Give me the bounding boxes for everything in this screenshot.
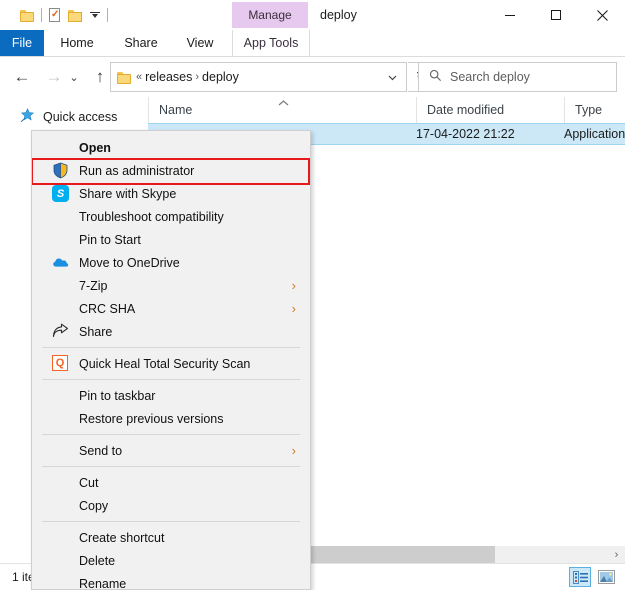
file-explorer-window: ✓ Manage deploy File Home Share View App… [0, 0, 625, 590]
menu-item-label: Share [79, 324, 113, 339]
menu-item-run-as-administrator[interactable]: Run as administrator [32, 159, 310, 182]
menu-item-label: Delete [79, 553, 116, 568]
menu-item-open[interactable]: Open [32, 136, 310, 159]
breadcrumb-separator[interactable]: › [195, 71, 199, 83]
context-menu: Open Run as administrator S Share with S… [31, 130, 311, 590]
window-title: deploy [320, 8, 357, 22]
quick-heal-icon: Q [52, 355, 69, 372]
menu-item-7-zip[interactable]: 7-Zip › [32, 274, 310, 297]
contextual-tab-group-manage: Manage [232, 2, 308, 28]
menu-item-label: Cut [79, 475, 99, 490]
view-mode-buttons [569, 567, 617, 587]
onedrive-cloud-icon [52, 254, 69, 271]
search-input[interactable]: Search deploy [418, 62, 617, 92]
column-header-type[interactable]: Type [564, 97, 625, 123]
sidebar-item-label: Quick access [43, 110, 118, 124]
menu-separator [42, 434, 300, 435]
tab-app-tools[interactable]: App Tools [232, 30, 310, 56]
menu-item-label: Pin to taskbar [79, 388, 156, 403]
menu-item-label: Troubleshoot compatibility [79, 209, 224, 224]
scroll-right-arrow-icon[interactable]: › [608, 546, 625, 563]
search-icon [429, 69, 442, 85]
window-controls [487, 0, 625, 30]
menu-item-move-to-onedrive[interactable]: Move to OneDrive [32, 251, 310, 274]
column-header-date-modified[interactable]: Date modified [416, 97, 564, 123]
menu-item-label: 7-Zip [79, 278, 108, 293]
menu-item-label: Pin to Start [79, 232, 141, 247]
menu-separator [42, 521, 300, 522]
menu-item-label: Create shortcut [79, 530, 165, 545]
folder-icon [117, 71, 132, 84]
menu-item-share-with-skype[interactable]: S Share with Skype [32, 182, 310, 205]
menu-item-rename[interactable]: Rename [32, 572, 310, 590]
qat-divider [41, 8, 42, 22]
title-bar: ✓ Manage deploy [0, 0, 625, 30]
menu-item-label: CRC SHA [79, 301, 136, 316]
menu-item-send-to[interactable]: Send to › [32, 439, 310, 462]
quick-access-toolbar: ✓ [20, 4, 108, 26]
address-bar-row: ← → ⌄ ↑ « releases › deploy ↻ Search dep… [0, 58, 625, 96]
sort-ascending-icon [277, 99, 290, 111]
recent-locations-button[interactable]: ⌄ [64, 62, 84, 92]
menu-item-crc-sha[interactable]: CRC SHA › [32, 297, 310, 320]
large-icons-view-icon[interactable] [595, 567, 617, 587]
menu-item-copy[interactable]: Copy [32, 494, 310, 517]
menu-item-label: Share with Skype [79, 186, 177, 201]
chevron-right-icon: › [291, 278, 296, 293]
menu-item-label: Quick Heal Total Security Scan [79, 356, 251, 371]
tab-share[interactable]: Share [112, 30, 170, 56]
skype-icon: S [52, 185, 69, 202]
cell-date-modified: 17-04-2022 21:22 [416, 127, 515, 141]
customize-qat-icon[interactable] [89, 9, 101, 21]
breadcrumb-item-deploy[interactable]: deploy [202, 70, 239, 84]
menu-item-cut[interactable]: Cut [32, 471, 310, 494]
menu-item-run-as-administrator-wrapper: Run as administrator [32, 158, 310, 185]
menu-item-label: Move to OneDrive [79, 255, 180, 270]
address-bar[interactable]: « releases › deploy [110, 62, 407, 92]
breadcrumb-item-releases[interactable]: releases [145, 70, 192, 84]
menu-item-label: Send to [79, 443, 123, 458]
menu-item-label: Open [79, 140, 111, 155]
chevron-right-icon: › [291, 301, 296, 316]
properties-icon[interactable]: ✓ [48, 7, 62, 23]
menu-item-quick-heal-total-security-scan[interactable]: Q Quick Heal Total Security Scan [32, 352, 310, 375]
breadcrumb: « releases › deploy [136, 70, 239, 84]
menu-item-label: Rename [79, 576, 127, 590]
breadcrumb-overflow[interactable]: « [136, 71, 142, 83]
search-placeholder: Search deploy [450, 70, 530, 84]
uac-shield-icon [52, 162, 69, 179]
menu-separator [42, 379, 300, 380]
menu-item-troubleshoot-compatibility[interactable]: Troubleshoot compatibility [32, 205, 310, 228]
menu-item-label: Restore previous versions [79, 411, 224, 426]
chevron-right-icon: › [291, 443, 296, 458]
details-view-icon[interactable] [569, 567, 591, 587]
tab-file[interactable]: File [0, 30, 44, 56]
close-button[interactable] [579, 0, 625, 30]
minimize-button[interactable] [487, 0, 533, 30]
tab-view[interactable]: View [178, 30, 222, 56]
menu-item-delete[interactable]: Delete [32, 549, 310, 572]
menu-item-share[interactable]: Share [32, 320, 310, 343]
qat-divider-2 [107, 8, 108, 22]
new-folder-icon[interactable] [68, 9, 83, 22]
tab-home[interactable]: Home [52, 30, 102, 56]
menu-separator [42, 466, 300, 467]
sidebar-item-quick-access[interactable]: Quick access [20, 108, 117, 126]
menu-item-label: Copy [79, 498, 109, 513]
share-arrow-icon [52, 323, 69, 340]
address-dropdown-icon[interactable] [387, 72, 398, 86]
explorer-app-icon [20, 9, 35, 22]
ribbon-tab-strip: File Home Share View App Tools ? [0, 30, 625, 82]
star-pin-icon [20, 108, 36, 126]
cell-type: Application [564, 127, 625, 141]
menu-item-label: Run as administrator [79, 163, 195, 178]
menu-item-restore-previous-versions[interactable]: Restore previous versions [32, 407, 310, 430]
menu-separator [42, 347, 300, 348]
menu-item-create-shortcut[interactable]: Create shortcut [32, 526, 310, 549]
maximize-button[interactable] [533, 0, 579, 30]
ribbon-divider [0, 56, 625, 57]
menu-item-pin-to-start[interactable]: Pin to Start [32, 228, 310, 251]
menu-item-pin-to-taskbar[interactable]: Pin to taskbar [32, 384, 310, 407]
back-button[interactable]: ← [8, 62, 36, 92]
